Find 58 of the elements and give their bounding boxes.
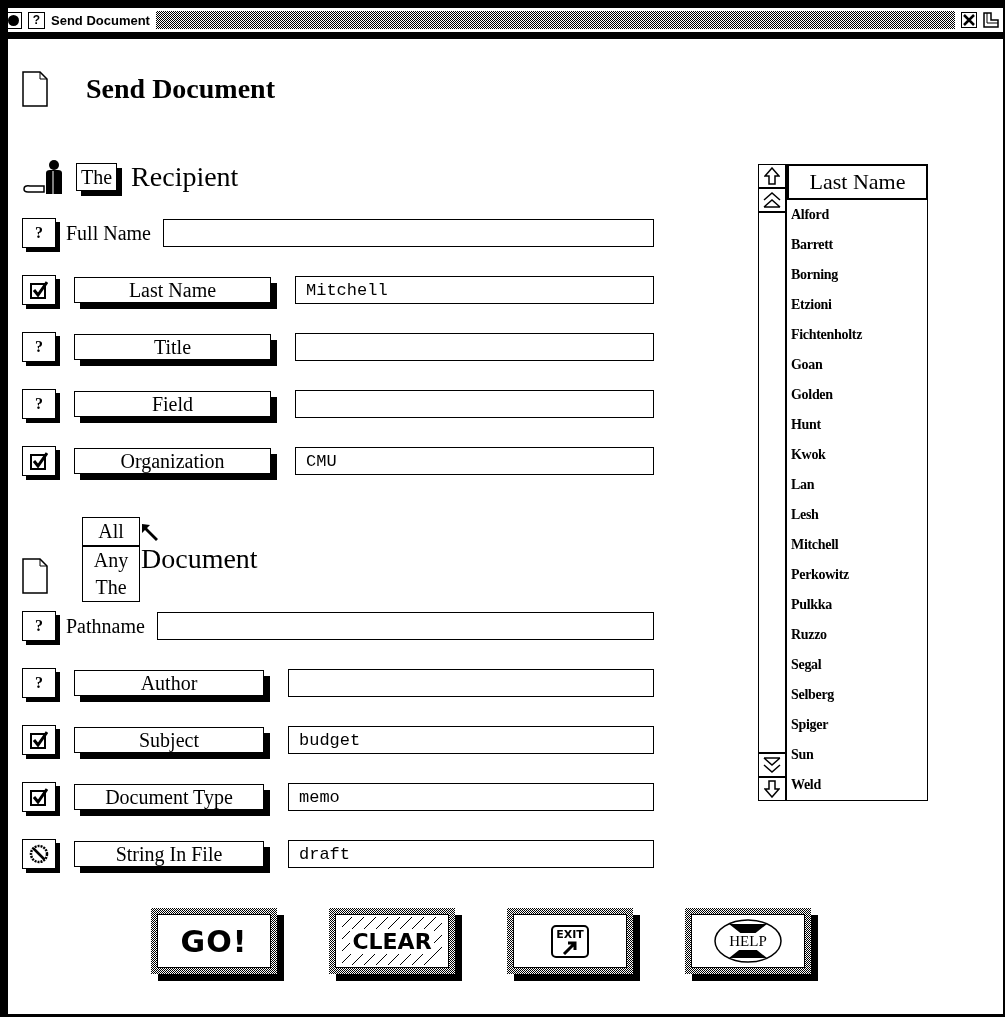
list-item[interactable]: Alford [787, 200, 927, 230]
scroll-down-icon[interactable] [764, 780, 780, 798]
checkmark-icon [30, 731, 48, 749]
input-field[interactable] [295, 390, 654, 418]
document-icon [22, 70, 48, 108]
section-title: Document [141, 543, 258, 575]
list-item[interactable]: Barrett [787, 230, 927, 260]
input-field[interactable]: CMU [295, 447, 654, 475]
input-field[interactable] [295, 333, 654, 361]
close-icon[interactable] [961, 12, 977, 28]
checkmark-icon [30, 788, 48, 806]
page-down-icon[interactable] [763, 757, 781, 773]
list-item[interactable]: Perkowitz [787, 560, 927, 590]
scroll-up-icon[interactable] [764, 167, 780, 185]
list-item[interactable]: Ruzzo [787, 620, 927, 650]
input-field[interactable] [288, 669, 654, 697]
input-field[interactable]: memo [288, 783, 654, 811]
list-item[interactable]: Goan [787, 350, 927, 380]
list-item[interactable]: Hunt [787, 410, 927, 440]
list-item[interactable]: Fichtenholtz [787, 320, 927, 350]
input-field[interactable] [156, 612, 654, 640]
field-label: Full Name [66, 221, 151, 245]
arrow-icon [561, 940, 579, 955]
checkmark-icon [30, 452, 48, 470]
field-label: Pathname [66, 614, 145, 638]
input-field[interactable]: budget [288, 726, 654, 754]
list-item[interactable]: Mitchell [787, 530, 927, 560]
list-item[interactable]: Selberg [787, 680, 927, 710]
maximize-icon[interactable] [983, 12, 999, 28]
list-item[interactable]: Sun [787, 740, 927, 770]
list-item[interactable]: Lan [787, 470, 927, 500]
help-button[interactable]: ? [28, 11, 45, 29]
list-item[interactable]: Pulkka [787, 590, 927, 620]
list-item[interactable]: Kwok [787, 440, 927, 470]
list-item[interactable]: Lesh [787, 500, 927, 530]
page-heading: Send Document [86, 73, 275, 105]
list-item[interactable]: Borning [787, 260, 927, 290]
column-header[interactable]: Last Name [787, 164, 928, 200]
document-icon [22, 556, 48, 596]
page-up-icon[interactable] [763, 192, 781, 208]
list-item[interactable]: Etzioni [787, 290, 927, 320]
list-item[interactable]: Segal [787, 650, 927, 680]
input-field[interactable] [163, 219, 654, 247]
checkmark-icon [30, 281, 48, 299]
prohibited-icon [29, 844, 49, 864]
determiner-option[interactable]: All [83, 518, 139, 547]
list-item[interactable]: Spiger [787, 710, 927, 740]
determiner-option[interactable]: Any [83, 547, 139, 574]
determiner-option[interactable]: The [83, 574, 139, 601]
hourglass-icon [713, 918, 783, 964]
input-field[interactable]: draft [288, 840, 654, 868]
window-menu-button[interactable] [5, 11, 22, 29]
list-item[interactable]: Weld [787, 770, 927, 800]
input-field[interactable]: Mitchell [295, 276, 654, 304]
section-title: Recipient [131, 161, 239, 193]
window-title: Send Document [51, 12, 150, 28]
list-item[interactable]: Golden [787, 380, 927, 410]
cursor-arrow-icon [141, 523, 159, 541]
